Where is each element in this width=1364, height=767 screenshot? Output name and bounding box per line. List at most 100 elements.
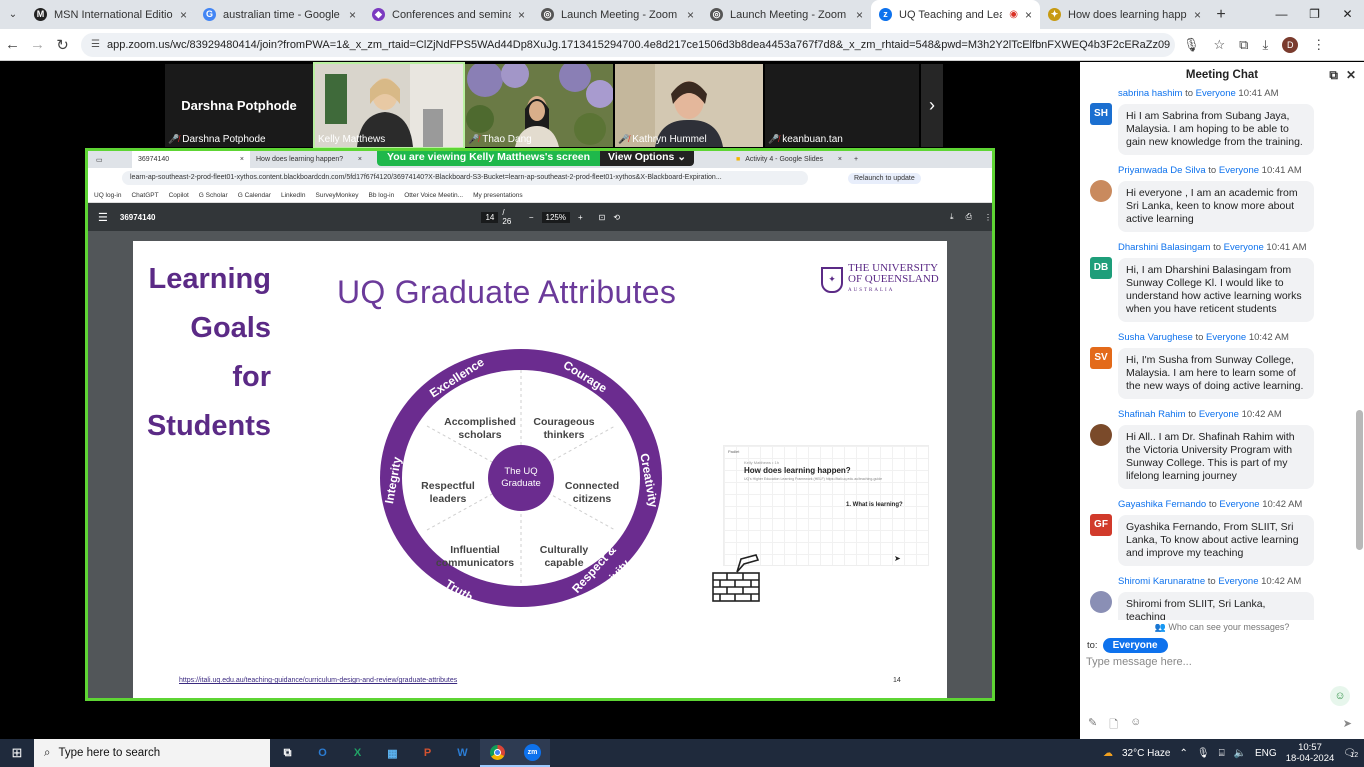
volume-icon[interactable]: 🔈 — [1234, 748, 1246, 759]
participant-tile-keanbuan[interactable]: 🎤̸ keanbuan.tan — [765, 64, 919, 147]
brick-wall-icon — [712, 554, 760, 602]
popout-icon[interactable]: ⧉ — [1329, 68, 1338, 83]
clock[interactable]: 10:57 18-04-2024 — [1286, 742, 1335, 764]
send-icon[interactable]: ➤ — [1343, 717, 1352, 730]
segment-label: Accomplished — [444, 416, 516, 428]
reload-icon[interactable]: ↻ — [50, 36, 75, 54]
outlook-icon[interactable]: O — [305, 739, 340, 767]
avatar — [1090, 424, 1112, 446]
chrome-icon[interactable] — [480, 739, 515, 767]
close-tab-icon[interactable]: × — [180, 8, 187, 22]
word-icon[interactable]: W — [445, 739, 480, 767]
extensions-icon[interactable]: ⧉ — [1239, 37, 1248, 53]
windows-start-icon[interactable]: ⊞ — [0, 745, 34, 761]
browser-tab[interactable]: ◎ Launch Meeting - Zoom × — [702, 0, 871, 29]
download-icon[interactable]: ⤓ — [1262, 37, 1268, 53]
message-recipient: Everyone — [1218, 576, 1259, 587]
chat-message[interactable]: SV Susha Varughese to Everyone 10:42 AM … — [1080, 332, 1356, 399]
close-icon[interactable]: ✕ — [1346, 68, 1356, 83]
taskbar-search[interactable]: ⌕ Type here to search — [34, 739, 270, 767]
participant-tile-kelly[interactable]: Kelly Matthews — [313, 62, 465, 149]
bookmark-item: UQ log-in — [94, 191, 122, 199]
fit-page-icon: ⊡ — [598, 212, 606, 222]
segment-label: Respectful — [421, 480, 475, 492]
shared-address-bar: learn-ap-southeast-2-prod-fleet01-xythos… — [88, 168, 992, 188]
url-field[interactable]: ☰ app.zoom.us/wc/83929480414/join?fromPW… — [81, 32, 1175, 57]
calculator-icon[interactable]: ▦ — [375, 739, 410, 767]
msn-icon: M — [34, 8, 47, 21]
chat-message[interactable]: SH sabrina hashim to Everyone 10:41 AM H… — [1080, 88, 1356, 155]
task-view-icon[interactable]: ⧉ — [270, 739, 305, 767]
language-indicator[interactable]: ENG — [1255, 748, 1277, 759]
powerpoint-icon[interactable]: P — [410, 739, 445, 767]
participant-display-name: Darshna Potphode — [181, 98, 297, 113]
clock-time: 10:57 — [1298, 742, 1322, 753]
network-icon[interactable]: ⌸ — [1219, 748, 1225, 759]
chat-scrollbar[interactable] — [1356, 410, 1363, 550]
profile-avatar[interactable]: D — [1282, 36, 1299, 53]
globe-icon: ◎ — [541, 8, 554, 21]
close-tab-icon[interactable]: × — [1194, 8, 1201, 22]
browser-tab[interactable]: z UQ Teaching and Learning ◉ × — [871, 0, 1040, 29]
menu-icon[interactable]: ⋮ — [1312, 37, 1325, 53]
weather-icon: ☁ — [1103, 747, 1113, 759]
pdf-print-icon: ⎙ — [965, 212, 972, 221]
file-icon[interactable]: 🗋 — [1109, 716, 1118, 735]
format-icon[interactable]: ✎ — [1088, 716, 1097, 735]
segment-label: citizens — [573, 493, 612, 505]
bookmark-star-icon[interactable]: ☆ — [1214, 37, 1226, 53]
segment-label: communicators — [436, 557, 514, 569]
pdf-viewer: Learning Goals for Students UQ Graduate … — [88, 231, 992, 698]
participant-tile-thao[interactable]: 🎤̸ Thao Dang — [465, 64, 613, 147]
minimize-icon[interactable]: — — [1265, 0, 1298, 29]
chat-message-input[interactable]: Type message here... — [1086, 656, 1192, 668]
chat-messages[interactable]: SH sabrina hashim to Everyone 10:41 AM H… — [1080, 88, 1356, 620]
gallery-next-arrow-icon[interactable]: › — [921, 64, 943, 147]
site-info-icon[interactable]: ☰ — [91, 39, 100, 50]
close-tab-icon[interactable]: × — [349, 8, 356, 22]
chat-message[interactable]: GF Gayashika Fernando to Everyone 10:42 … — [1080, 499, 1356, 566]
recipient-dropdown[interactable]: Everyone — [1102, 638, 1168, 653]
excel-icon[interactable]: X — [340, 739, 375, 767]
tray-mic-icon[interactable]: 🎙 — [1197, 748, 1210, 759]
tray-chevron-icon[interactable]: ⌃ — [1179, 748, 1187, 759]
ai-companion-icon[interactable]: ☺ — [1330, 686, 1350, 706]
browser-tab[interactable]: ◆ Conferences and seminars - Gi × — [364, 0, 533, 29]
close-tab-icon[interactable]: × — [1025, 8, 1032, 22]
browser-tab[interactable]: M MSN International Edition - W × — [26, 0, 195, 29]
view-options-button[interactable]: View Options ⌄ — [600, 151, 695, 166]
chat-message[interactable]: Priyanwada De Silva to Everyone 10:41 AM… — [1080, 165, 1356, 232]
close-icon: × — [239, 156, 244, 163]
segment-label: leaders — [430, 493, 467, 505]
browser-tab[interactable]: G australian time - Google Searc × — [195, 0, 364, 29]
learning-goals-line: Learning — [148, 263, 271, 295]
chat-message[interactable]: Shafinah Rahim to Everyone 10:42 AM Hi A… — [1080, 409, 1356, 489]
emoji-icon[interactable]: ☺ — [1130, 716, 1141, 735]
browser-tab[interactable]: ◎ Launch Meeting - Zoom × — [533, 0, 702, 29]
who-can-see-link[interactable]: 👥 Who can see your messages? — [1080, 622, 1364, 633]
segment-label: Culturally — [540, 544, 589, 556]
forward-icon[interactable]: → — [25, 36, 50, 53]
new-tab-button[interactable]: + — [1209, 0, 1233, 29]
participant-tile-kathryn[interactable]: 🎤̸ Kathryn Hummel — [615, 64, 763, 147]
viewing-label: You are viewing Kelly Matthews's screen — [377, 151, 601, 166]
close-tab-icon[interactable]: × — [856, 8, 863, 22]
zoom-app-icon[interactable]: zm — [515, 739, 550, 767]
close-window-icon[interactable]: ✕ — [1331, 0, 1364, 29]
pdf-download-icon: ⤓ — [950, 212, 954, 221]
restore-icon[interactable]: ❐ — [1298, 0, 1331, 29]
chat-message[interactable]: Shiromi Karunaratne to Everyone 10:42 AM… — [1080, 576, 1356, 620]
weather-text[interactable]: 32°C Haze — [1122, 748, 1170, 759]
shared-tab-title: How does learning happen? — [256, 156, 344, 163]
google-icon: G — [203, 8, 216, 21]
close-tab-icon[interactable]: × — [687, 8, 694, 22]
notifications-icon[interactable]: 🗨 12 — [1343, 748, 1358, 759]
slide-link[interactable]: https://itali.uq.edu.au/teaching-guidanc… — [179, 677, 457, 684]
close-tab-icon[interactable]: × — [518, 8, 525, 22]
back-icon[interactable]: ← — [0, 36, 25, 53]
browser-tab[interactable]: ✦ How does learning happen? × — [1040, 0, 1209, 29]
tab-search-chevron-icon[interactable]: ⌄ — [0, 0, 26, 29]
chat-message[interactable]: DB Dharshini Balasingam to Everyone 10:4… — [1080, 242, 1356, 322]
participant-tile-darshna[interactable]: Darshna Potphode 🎤̸ Darshna Potphode — [165, 64, 313, 147]
microphone-icon[interactable]: 🎙 — [1183, 37, 1200, 53]
